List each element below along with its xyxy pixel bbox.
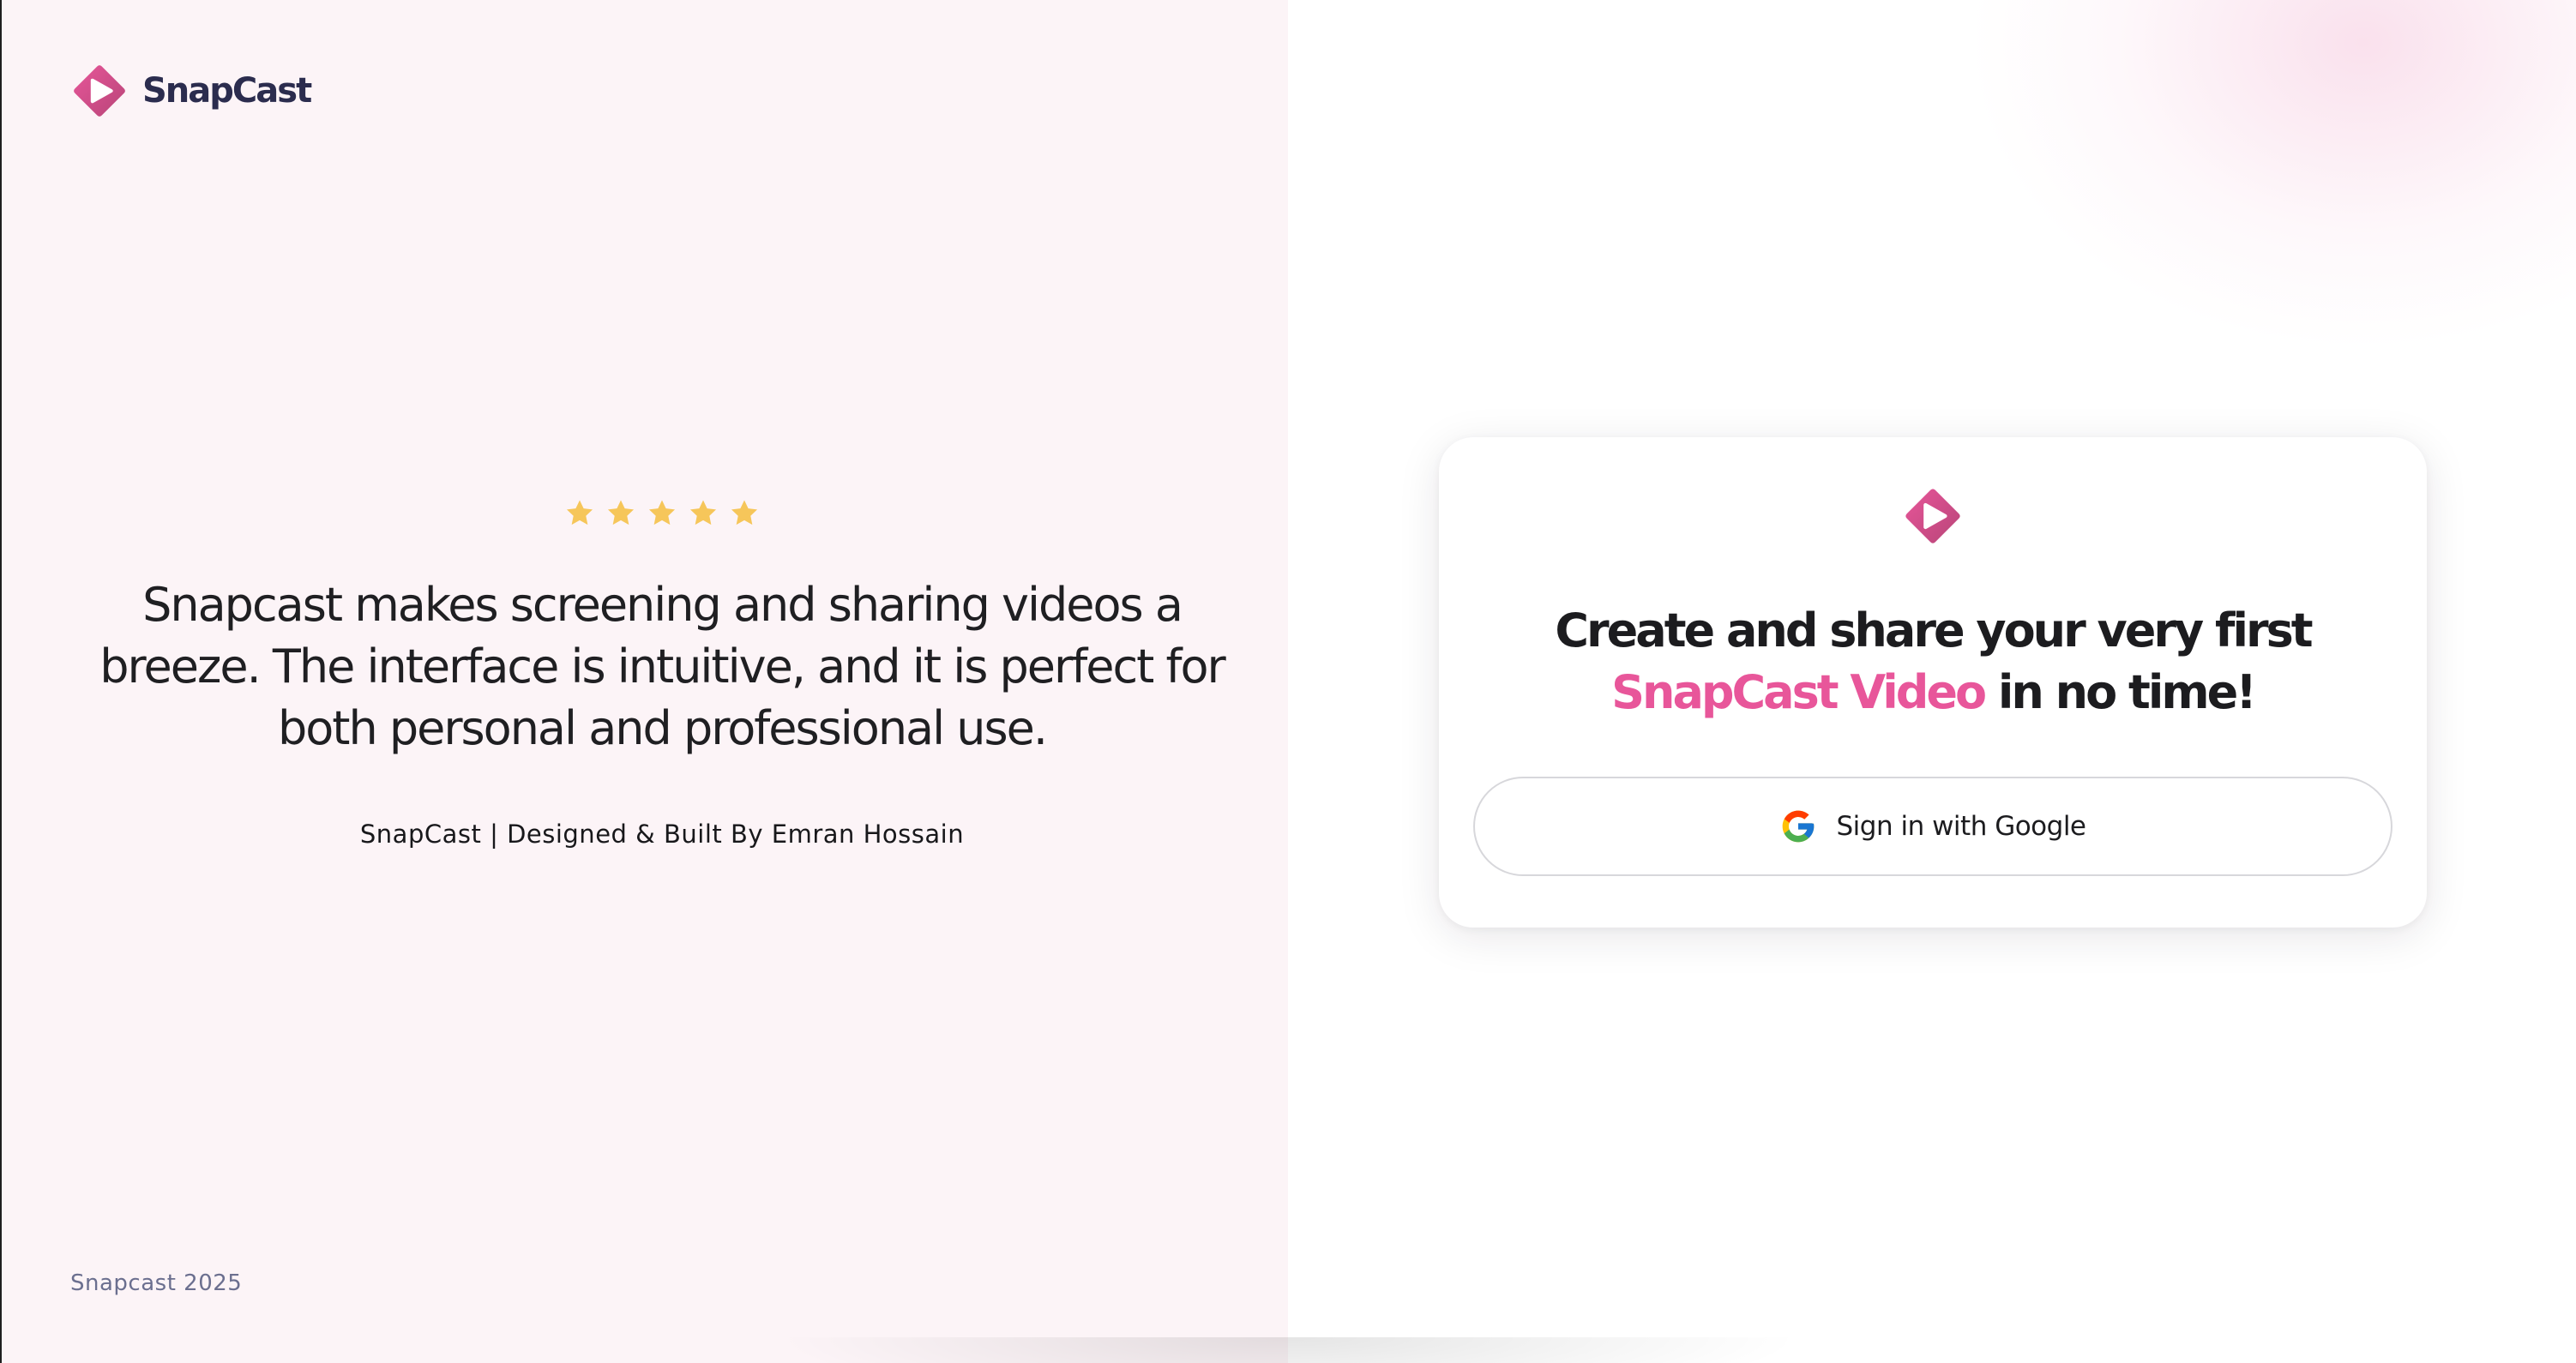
heading-highlight: SnapCast Video xyxy=(1611,665,1987,719)
star-icon xyxy=(607,500,635,525)
star-icon xyxy=(648,500,676,525)
snapcast-logo-icon xyxy=(74,63,125,117)
star-icon xyxy=(689,500,717,525)
decorative-shadow xyxy=(773,1337,1803,1363)
testimonial-quote: Snapcast makes screening and sharing vid… xyxy=(99,578,1225,755)
brand-header[interactable]: SnapCast xyxy=(70,62,312,120)
testimonial-panel: SnapCast Snapcast makes screening and sh… xyxy=(2,0,1288,1363)
signin-heading: Create and share your very first SnapCas… xyxy=(1473,600,2392,724)
heading-text-end: in no time! xyxy=(1984,665,2257,719)
testimonial: Snapcast makes screening and sharing vid… xyxy=(87,497,1237,849)
brand-name: SnapCast xyxy=(142,71,312,111)
google-signin-button[interactable]: Sign in with Google xyxy=(1473,777,2392,876)
copyright-text: Snapcast 2025 xyxy=(70,1270,243,1296)
google-g-icon xyxy=(1783,810,1815,843)
background-glow xyxy=(1977,0,2576,343)
testimonial-credit: SnapCast | Designed & Built By Emran Hos… xyxy=(359,820,965,849)
star-icon xyxy=(731,500,758,525)
rating-stars xyxy=(87,497,1237,530)
snapcast-logo-icon xyxy=(1905,487,1960,543)
heading-text-start: Create and share your very first xyxy=(1555,603,2313,657)
star-icon xyxy=(566,500,593,525)
signin-card: Create and share your very first SnapCas… xyxy=(1439,437,2427,928)
google-signin-label: Sign in with Google xyxy=(1836,811,2086,842)
